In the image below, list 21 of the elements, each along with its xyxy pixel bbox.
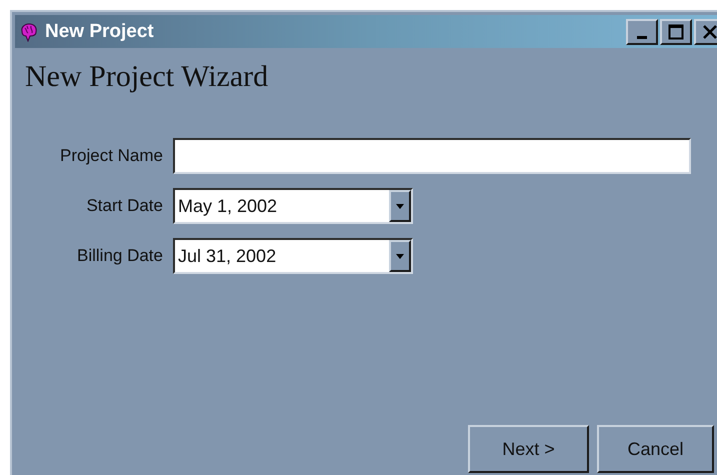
field-label: Start Date [86, 196, 163, 216]
field-label: Project Name [60, 146, 163, 166]
next-button[interactable]: Next > [468, 425, 589, 473]
maximize-button[interactable] [660, 18, 692, 44]
date-dropdown[interactable]: May 1, 2002 [173, 188, 413, 224]
dropdown-button[interactable] [389, 240, 411, 272]
minimize-button[interactable] [626, 18, 658, 44]
field-label: Billing Date [77, 246, 163, 266]
caret-icon [396, 204, 404, 208]
dropdown-value: May 1, 2002 [177, 196, 278, 216]
cancel-button[interactable]: Cancel [597, 425, 714, 473]
dropdown-button[interactable] [389, 190, 411, 222]
window-title: New Project [45, 20, 154, 42]
close-button[interactable] [694, 18, 717, 44]
maximize-icon [668, 24, 684, 40]
wizard-heading: New Project Wizard [25, 60, 270, 94]
close-icon [703, 24, 717, 38]
date-dropdown[interactable]: Jul 31, 2002 [173, 238, 413, 274]
dropdown-value: Jul 31, 2002 [177, 246, 278, 266]
caret-icon [396, 254, 404, 258]
minimize-icon [637, 36, 647, 39]
